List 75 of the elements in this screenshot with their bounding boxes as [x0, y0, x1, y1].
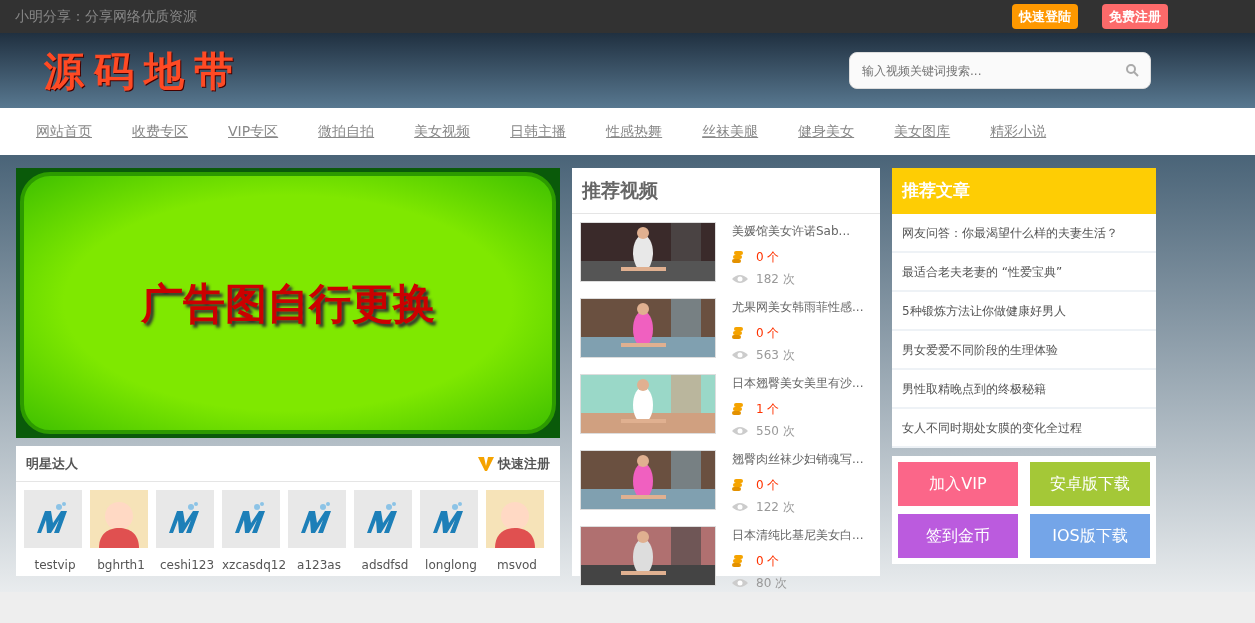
- nav-link[interactable]: 丝袜美腿: [682, 121, 779, 142]
- article-link[interactable]: 男女爱爱不同阶段的生理体验: [892, 331, 1156, 370]
- coin-icon: [732, 326, 744, 340]
- login-button[interactable]: 快速登陆: [1012, 3, 1078, 30]
- article-link[interactable]: 网友问答：你最渴望什么样的夫妻生活？: [892, 214, 1156, 253]
- member-name: testvip: [33, 557, 77, 574]
- banner-text: 广告图自行更换: [141, 277, 435, 330]
- nav-link[interactable]: 健身美女: [778, 121, 875, 142]
- coin-count: 0 个: [756, 553, 780, 570]
- avatar[interactable]: [354, 490, 412, 548]
- view-count: 80 次: [756, 575, 788, 592]
- action-button[interactable]: 安卓版下载: [1030, 462, 1150, 506]
- video-title[interactable]: 日本清纯比基尼美女白...: [732, 526, 864, 544]
- search-icon[interactable]: [1126, 64, 1139, 77]
- site-logo[interactable]: 源码地带: [44, 40, 244, 101]
- nav-link[interactable]: 日韩主播: [490, 121, 587, 142]
- member-name: xzcasdq12: [222, 557, 284, 574]
- section-title: 推荐视频: [582, 178, 658, 204]
- member-name: msvod: [496, 557, 538, 574]
- nav-link[interactable]: 精彩小说: [970, 121, 1067, 142]
- member-name: longlong: [424, 557, 478, 574]
- view-count: 563 次: [756, 347, 795, 364]
- coin-count: 0 个: [756, 477, 780, 494]
- article-link[interactable]: 5种锻炼方法让你做健康好男人: [892, 292, 1156, 331]
- avatar[interactable]: [288, 490, 346, 548]
- coin-count: 0 个: [756, 325, 780, 342]
- avatar[interactable]: [24, 490, 82, 548]
- eye-icon: [732, 274, 748, 284]
- site-tagline: 小明分享：分享网络优质资源: [15, 7, 197, 26]
- nav-link[interactable]: VIP专区: [208, 121, 299, 142]
- eye-icon: [732, 502, 748, 512]
- coin-count: 1 个: [756, 401, 780, 418]
- view-count: 122 次: [756, 499, 795, 516]
- video-title[interactable]: 尤果网美女韩雨菲性感...: [732, 298, 864, 316]
- view-count: 550 次: [756, 423, 795, 440]
- nav-link[interactable]: 微拍自拍: [298, 121, 395, 142]
- nav-link[interactable]: 收费专区: [112, 121, 208, 142]
- video-title[interactable]: 日本翘臀美女美里有沙...: [732, 374, 864, 392]
- search-field[interactable]: 输入视频关键词搜索...: [849, 52, 1151, 89]
- avatar[interactable]: [486, 490, 544, 548]
- register-button[interactable]: 免费注册: [1102, 3, 1168, 30]
- eye-icon: [732, 578, 748, 588]
- article-link[interactable]: 男性取精晚点到的终极秘籍: [892, 370, 1156, 409]
- avatar[interactable]: [90, 490, 148, 548]
- coin-icon: [732, 554, 744, 568]
- coin-count: 0 个: [756, 249, 780, 266]
- nav-link[interactable]: 网站首页: [16, 121, 112, 142]
- article-link[interactable]: 最适合老夫老妻的 “性爱宝典”: [892, 253, 1156, 292]
- video-title[interactable]: 翘臀肉丝袜少妇销魂写...: [732, 450, 864, 468]
- article-link[interactable]: 女人不同时期处女膜的变化全过程: [892, 409, 1156, 448]
- section-title: 推荐文章: [902, 179, 970, 203]
- section-title: 明星达人: [26, 454, 78, 473]
- video-title[interactable]: 美媛馆美女许诺Sab...: [732, 222, 851, 240]
- coin-icon: [732, 402, 744, 416]
- v-icon: [478, 456, 494, 471]
- view-count: 182 次: [756, 271, 795, 288]
- member-name: bghrth1: [96, 557, 146, 574]
- eye-icon: [732, 426, 748, 436]
- action-button[interactable]: 签到金币: [898, 514, 1018, 558]
- avatar[interactable]: [420, 490, 478, 548]
- ad-banner[interactable]: 广告图自行更换: [16, 168, 560, 438]
- register-link[interactable]: 快速注册: [498, 453, 550, 474]
- avatar[interactable]: [222, 490, 280, 548]
- action-button[interactable]: IOS版下载: [1030, 514, 1150, 558]
- member-name: adsdfsd: [360, 557, 410, 574]
- nav-link[interactable]: 美女视频: [394, 121, 491, 142]
- member-name: ceshi123: [158, 557, 216, 574]
- member-name: a123as: [296, 557, 342, 574]
- coin-icon: [732, 478, 744, 492]
- nav-link[interactable]: 美女图库: [874, 121, 971, 142]
- action-button[interactable]: 加入VIP: [898, 462, 1018, 506]
- avatar[interactable]: [156, 490, 214, 548]
- coin-icon: [732, 250, 744, 264]
- eye-icon: [732, 350, 748, 360]
- nav-link[interactable]: 性感热舞: [586, 121, 683, 142]
